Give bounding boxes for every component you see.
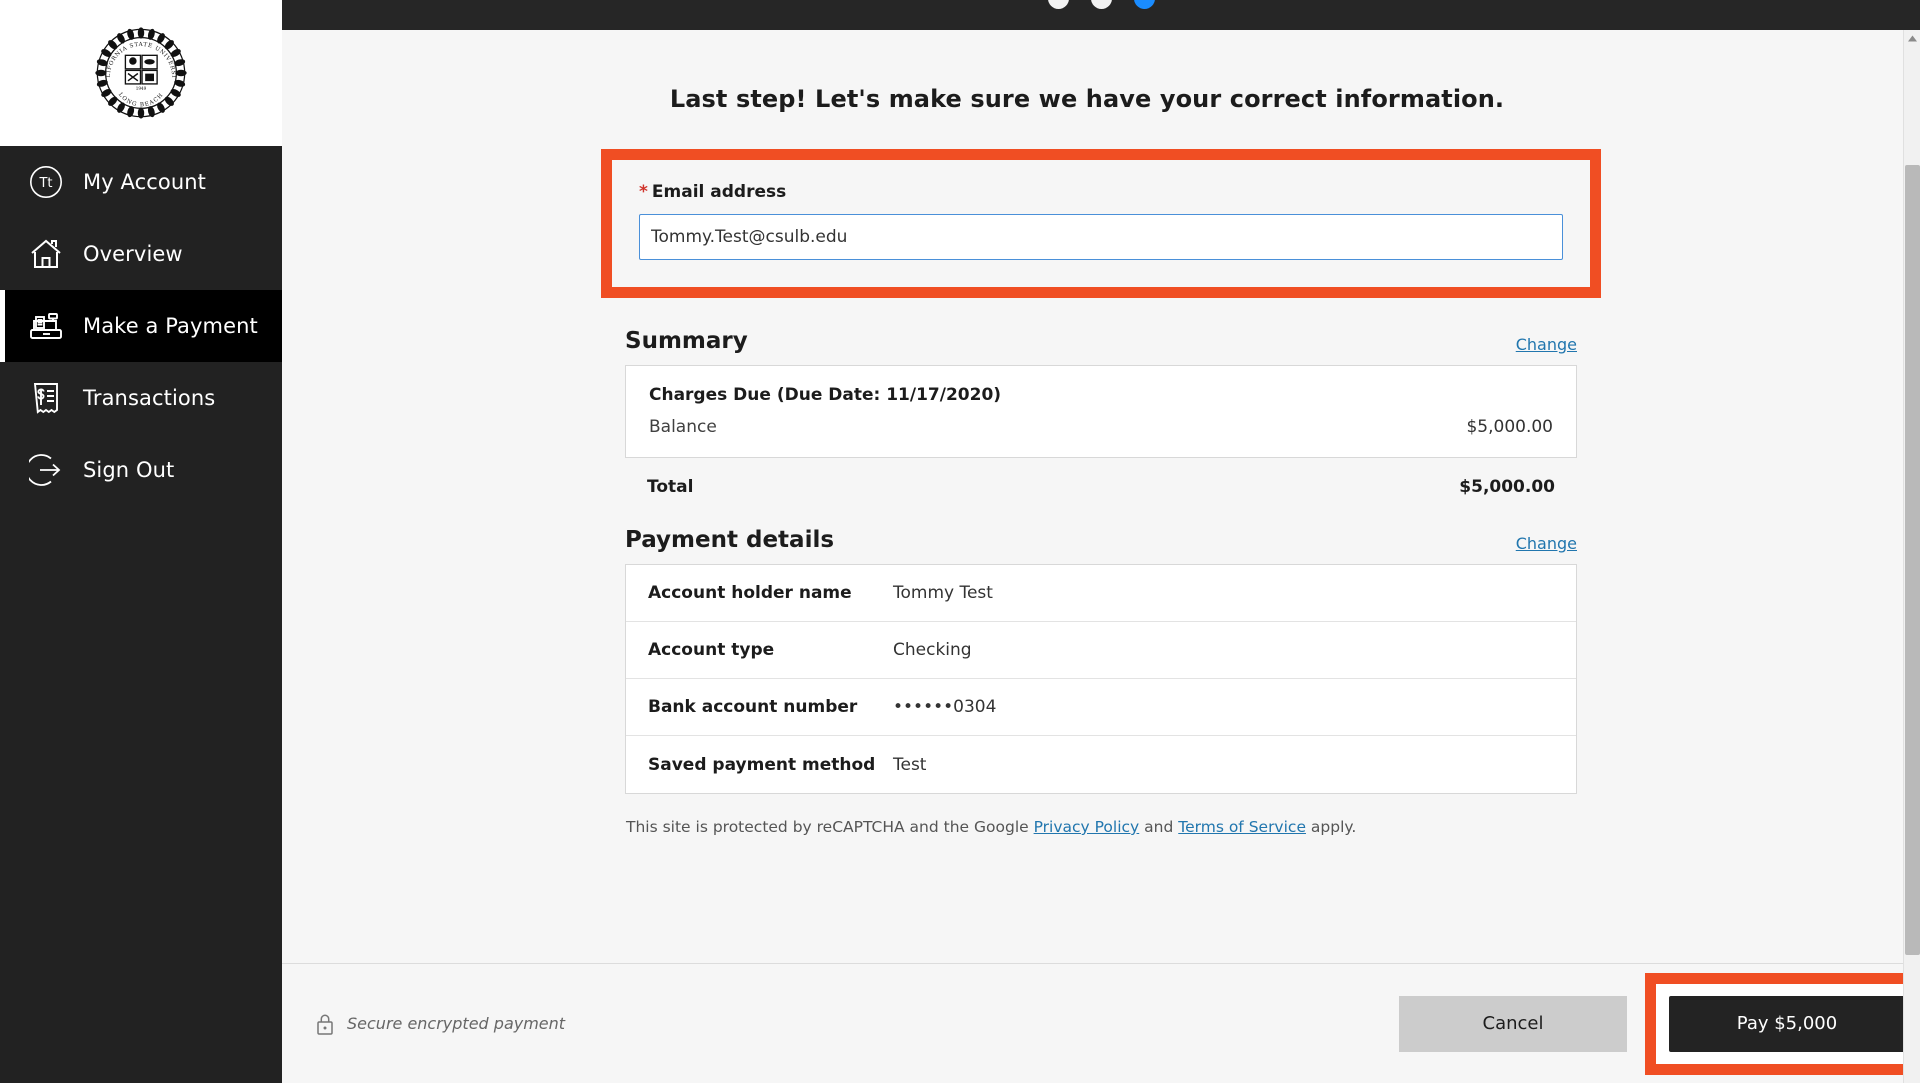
sidebar-item-label: Sign Out — [83, 458, 175, 482]
detail-value: Checking — [893, 640, 972, 660]
recaptcha-text-before: This site is protected by reCAPTCHA and … — [626, 818, 1034, 836]
home-icon — [27, 235, 65, 273]
sidebar-item-label: Make a Payment — [83, 314, 258, 338]
email-input[interactable] — [639, 214, 1563, 260]
table-row: Bank account number ••••••0304 — [626, 679, 1576, 736]
secure-payment-text: Secure encrypted payment — [347, 1014, 566, 1033]
csulb-seal-icon: CALIFORNIA STATE UNIVERSITY LONG BEACH 1… — [89, 21, 187, 119]
sidebar: CALIFORNIA STATE UNIVERSITY LONG BEACH 1… — [0, 0, 282, 1083]
sidebar-item-label: My Account — [83, 170, 207, 194]
table-row: Saved payment method Test — [626, 736, 1576, 793]
step-dots — [1047, 0, 1155, 9]
sidebar-item-sign-out[interactable]: Sign Out — [0, 434, 282, 506]
sidebar-item-overview[interactable]: Overview — [0, 218, 282, 290]
payment-confirmation-page: CALIFORNIA STATE UNIVERSITY LONG BEACH 1… — [0, 0, 1920, 1083]
privacy-policy-link[interactable]: Privacy Policy — [1034, 818, 1140, 836]
detail-key: Account holder name — [648, 583, 852, 603]
charge-label: Balance — [649, 417, 717, 437]
sidebar-item-my-account[interactable]: Tt My Account — [0, 146, 282, 218]
terms-of-service-link[interactable]: Terms of Service — [1178, 818, 1306, 836]
sign-out-icon — [27, 451, 65, 489]
step-dot-1[interactable] — [1047, 0, 1069, 9]
main-area: Last step! Let's make sure we have your … — [282, 0, 1920, 1083]
footer-action-bar: Secure encrypted payment Cancel Pay $5,0… — [282, 963, 1920, 1083]
payment-details-change-link[interactable]: Change — [1516, 534, 1577, 553]
charges-due-title: Charges Due (Due Date: 11/17/2020) — [649, 385, 1002, 405]
summary-section: Summary Change Charges Due (Due Date: 11… — [625, 328, 1577, 497]
cash-register-icon — [27, 307, 65, 345]
scrollbar-thumb[interactable] — [1905, 165, 1920, 955]
sidebar-nav: Tt My Account Overview Make a Payment Tr… — [0, 146, 282, 506]
payment-details-header: Payment details Change — [625, 527, 1577, 553]
sidebar-item-label: Overview — [83, 242, 183, 266]
detail-key: Account type — [648, 640, 775, 660]
scroll-up-arrow-icon[interactable] — [1904, 30, 1920, 47]
step-dot-3-active[interactable] — [1133, 0, 1155, 9]
summary-change-link[interactable]: Change — [1516, 335, 1577, 354]
step-dot-2[interactable] — [1090, 0, 1112, 9]
step-progress-bar — [282, 0, 1920, 30]
page-title: Last step! Let's make sure we have your … — [669, 85, 1505, 113]
required-marker: * — [639, 182, 648, 202]
padlock-icon — [315, 1012, 335, 1036]
secure-payment-notice: Secure encrypted payment — [315, 1012, 565, 1036]
payment-details-title: Payment details — [625, 527, 835, 553]
total-value: $5,000.00 — [1459, 477, 1555, 497]
charge-row: Balance $5,000.00 — [649, 417, 1553, 437]
summary-title: Summary — [625, 328, 748, 354]
detail-key: Bank account number — [648, 697, 858, 717]
sidebar-item-label: Transactions — [83, 386, 216, 410]
pay-button-highlight-box: Pay $5,000 — [1645, 972, 1920, 1075]
svg-text:1949: 1949 — [136, 86, 147, 91]
recaptcha-notice: This site is protected by reCAPTCHA and … — [625, 818, 1577, 836]
detail-value: Test — [893, 754, 927, 775]
email-highlight-box: * Email address — [601, 149, 1601, 298]
avatar-initials-icon: Tt — [27, 163, 65, 201]
email-label-text: Email address — [651, 182, 787, 202]
detail-value: Tommy Test — [893, 583, 993, 603]
vertical-scrollbar[interactable] — [1903, 30, 1920, 1083]
svg-text:Tt: Tt — [38, 176, 52, 191]
content: Last step! Let's make sure we have your … — [282, 30, 1920, 963]
logo-container: CALIFORNIA STATE UNIVERSITY LONG BEACH 1… — [0, 0, 282, 146]
receipt-icon — [27, 379, 65, 417]
footer-buttons: Cancel Pay $5,000 — [1399, 964, 1920, 1083]
total-row: Total $5,000.00 — [625, 458, 1577, 497]
recaptcha-text-after: apply. — [1305, 818, 1357, 836]
email-field-label: * Email address — [639, 182, 1563, 202]
table-row: Account holder name Tommy Test — [626, 565, 1576, 622]
charge-value: $5,000.00 — [1466, 417, 1553, 437]
detail-value: ••••••0304 — [893, 697, 997, 717]
cancel-button[interactable]: Cancel — [1399, 995, 1627, 1052]
payment-details-section: Payment details Change Account holder na… — [625, 527, 1577, 836]
total-label: Total — [647, 477, 694, 497]
summary-header: Summary Change — [625, 328, 1577, 354]
sidebar-item-transactions[interactable]: Transactions — [0, 362, 282, 434]
recaptcha-text-middle: and — [1139, 818, 1179, 836]
sidebar-item-make-a-payment[interactable]: Make a Payment — [0, 290, 282, 362]
pay-button[interactable]: Pay $5,000 — [1669, 995, 1905, 1052]
table-row: Account type Checking — [626, 622, 1576, 679]
charges-card: Charges Due (Due Date: 11/17/2020) Balan… — [625, 365, 1577, 458]
detail-key: Saved payment method — [648, 754, 876, 775]
payment-details-table: Account holder name Tommy Test Account t… — [625, 564, 1577, 794]
content-scroll-region: Last step! Let's make sure we have your … — [282, 30, 1920, 963]
